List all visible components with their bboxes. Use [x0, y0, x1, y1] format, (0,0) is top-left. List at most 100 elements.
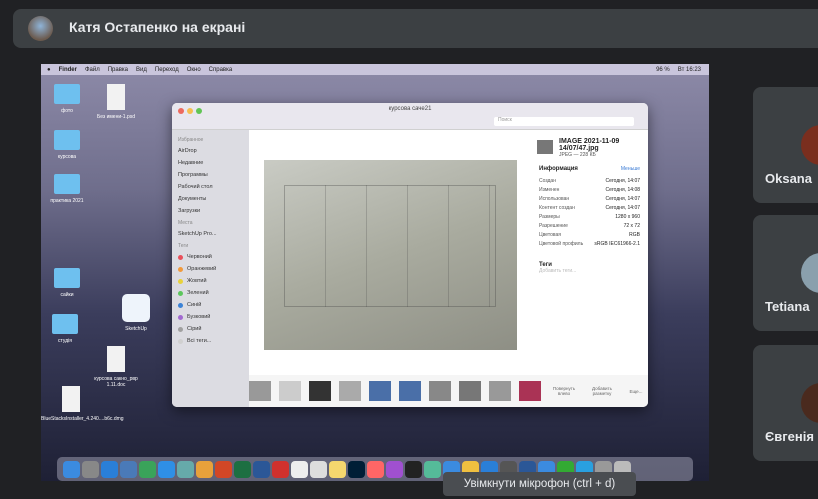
- sidebar-item[interactable]: Недавние: [178, 157, 243, 169]
- dock-app-icon[interactable]: [272, 460, 289, 478]
- sidebar-tag[interactable]: Червоний: [178, 251, 243, 263]
- dock-app-icon[interactable]: [196, 460, 213, 478]
- tag-dot-icon: [178, 254, 183, 260]
- thumbnail[interactable]: [339, 381, 361, 401]
- rotate-left-button[interactable]: Повернуть влево: [549, 386, 579, 396]
- dock-app-icon[interactable]: [158, 460, 175, 478]
- desktop-file: курсова сакно_рвр 1.11.doc: [86, 346, 146, 388]
- sidebar-item[interactable]: Рабочий стол: [178, 181, 243, 193]
- menu-help: Справка: [208, 66, 233, 73]
- sidebar-tag[interactable]: Оранжевий: [178, 263, 243, 275]
- thumbnail[interactable]: [489, 381, 511, 401]
- markup-button[interactable]: Добавить разметку: [587, 386, 617, 396]
- menu-edit: Правка: [107, 66, 129, 73]
- dock-app-icon[interactable]: [253, 460, 270, 478]
- thumbnail[interactable]: [309, 381, 331, 401]
- dock-app-icon[interactable]: [386, 460, 403, 478]
- finder-titlebar: курсова саче21 Поиск: [172, 103, 648, 130]
- dock-app-icon[interactable]: [424, 460, 441, 478]
- less-link[interactable]: Меньше: [621, 166, 640, 178]
- dock-app-icon[interactable]: [177, 460, 194, 478]
- desktop-file: Без имени-1.psd: [86, 84, 146, 120]
- menu-go: Переход: [154, 66, 179, 73]
- info-row: Цветовая RGB: [539, 232, 640, 238]
- dock-app-icon[interactable]: [215, 460, 232, 478]
- tags-input[interactable]: Добавить теги...: [539, 268, 640, 274]
- desktop-app-sketchup: SketchUp: [106, 294, 166, 332]
- thumbnail[interactable]: [249, 381, 271, 401]
- thumbnail[interactable]: [369, 381, 391, 401]
- sidebar-tag[interactable]: Сірий: [178, 323, 243, 335]
- sidebar-tag[interactable]: Жовтий: [178, 275, 243, 287]
- participant-name: Євгенія: [765, 429, 814, 444]
- participant-avatar: [801, 125, 818, 165]
- thumbnail[interactable]: [519, 381, 541, 401]
- battery-text: 96 %: [656, 66, 670, 73]
- finder-search[interactable]: Поиск: [494, 117, 634, 126]
- participant-avatar: [801, 383, 818, 423]
- info-row: Использован Сегодня, 14:07: [539, 196, 640, 202]
- favorites-header: Избранное: [178, 137, 204, 143]
- dock-app-icon[interactable]: [405, 460, 422, 478]
- menu-window: Окно: [186, 66, 201, 73]
- participant-tile[interactable]: Tetiana: [753, 215, 818, 331]
- info-row: Размеры 1280 x 960: [539, 214, 640, 220]
- places-header: Места: [178, 220, 193, 226]
- menu-finder: Finder: [58, 66, 77, 73]
- finder-title: курсова саче21: [388, 106, 432, 112]
- sidebar-item[interactable]: SketchUp Pro...: [178, 228, 243, 240]
- dock-app-icon[interactable]: [82, 460, 99, 478]
- participant-avatar: [801, 253, 818, 293]
- sidebar-item[interactable]: Загрузки: [178, 205, 243, 217]
- tag-dot-icon: [178, 290, 183, 296]
- dock-app-icon[interactable]: [329, 460, 346, 478]
- apple-icon: ●: [47, 66, 51, 73]
- participant-tile[interactable]: Oksana: [753, 87, 818, 203]
- sidebar-item[interactable]: Программы: [178, 169, 243, 181]
- desktop-folder: сайки: [41, 268, 97, 298]
- menu-view: Вид: [136, 66, 147, 73]
- participant-name: Tetiana: [765, 299, 810, 314]
- mac-menubar: ● Finder Файл Правка Вид Переход Окно Сп…: [41, 64, 709, 75]
- thumbnail[interactable]: [459, 381, 481, 401]
- thumbnail-strip: Повернуть влево Добавить разметку Еще...: [249, 375, 648, 407]
- info-row: Контент создан Сегодня, 14:07: [539, 205, 640, 211]
- sidebar-tag[interactable]: Зелений: [178, 287, 243, 299]
- tag-dot-icon: [178, 302, 183, 308]
- desktop-folder: практика 2021: [41, 174, 97, 204]
- dock-app-icon[interactable]: [120, 460, 137, 478]
- desktop-folder: студія: [41, 314, 95, 344]
- shared-screen: ● Finder Файл Правка Вид Переход Окно Сп…: [41, 64, 709, 481]
- thumbnail[interactable]: [399, 381, 421, 401]
- sidebar-item[interactable]: Документы: [178, 193, 243, 205]
- info-row: Цветовой профиль sRGB IEC61966-2.1: [539, 241, 640, 247]
- sidebar-tag[interactable]: Синій: [178, 299, 243, 311]
- clock-text: Вт 16:23: [677, 66, 701, 73]
- dock-app-icon[interactable]: [367, 460, 384, 478]
- sidebar-tag[interactable]: Бузковий: [178, 311, 243, 323]
- dock-app-icon[interactable]: [291, 460, 308, 478]
- tag-dot-icon: [178, 314, 183, 320]
- participant-name: Oksana: [765, 171, 812, 186]
- sidebar-tag[interactable]: Всі теги...: [178, 335, 243, 347]
- presenter-avatar: [28, 16, 53, 41]
- more-button[interactable]: Еще...: [625, 389, 647, 394]
- info-panel: IMAGE 2021-11-09 14/07/47.jpg JPEG — 228…: [531, 130, 648, 370]
- dock-app-icon[interactable]: [139, 460, 156, 478]
- presenter-label: Катя Остапенко на екрані: [69, 19, 246, 35]
- menu-file: Файл: [84, 66, 100, 73]
- info-row: Разрешение 72 x 72: [539, 223, 640, 229]
- participant-tile[interactable]: Євгенія: [753, 345, 818, 461]
- sidebar-item[interactable]: AirDrop: [178, 145, 243, 157]
- tags-header: Теги: [178, 243, 189, 249]
- thumbnail[interactable]: [429, 381, 451, 401]
- dock-app-icon[interactable]: [234, 460, 251, 478]
- dock-app-icon[interactable]: [310, 460, 327, 478]
- dock-app-icon[interactable]: [101, 460, 118, 478]
- thumbnail[interactable]: [279, 381, 301, 401]
- file-name: IMAGE 2021-11-09 14/07/47.jpg: [559, 138, 620, 152]
- dock-app-icon[interactable]: [63, 460, 80, 478]
- dock-app-icon[interactable]: [348, 460, 365, 478]
- tag-dot-icon: [178, 278, 183, 284]
- desktop-folder: курсова: [41, 130, 97, 160]
